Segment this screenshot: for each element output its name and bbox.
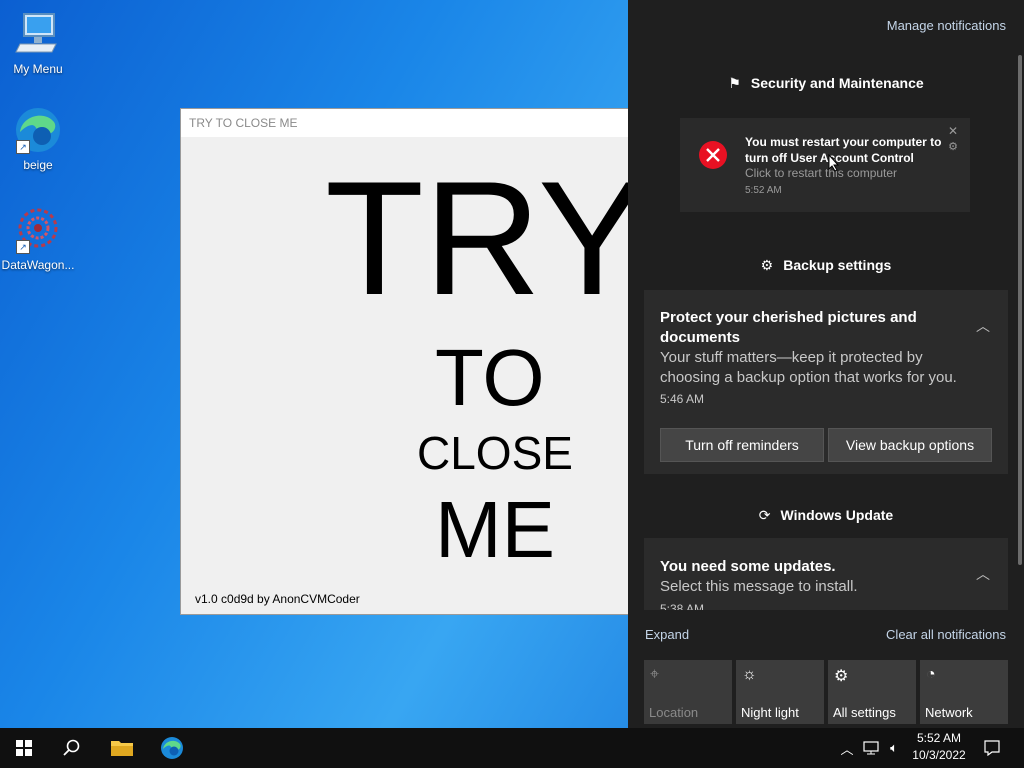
clear-all-notifications-link[interactable]: Clear all notifications bbox=[886, 627, 1006, 642]
group-header-security: ⚑ Security and Maintenance bbox=[628, 75, 1024, 92]
group-header-windows-update: ⟳ Windows Update bbox=[628, 507, 1024, 524]
desktop-icon-beige[interactable]: ↗ beige bbox=[0, 106, 76, 172]
group-title: Security and Maintenance bbox=[750, 75, 924, 91]
quick-action-label: Location bbox=[649, 705, 699, 720]
desktop-icon-label: beige bbox=[23, 158, 53, 172]
notification-time: 5:46 AM bbox=[660, 392, 705, 406]
notification-body: Select this message to install. bbox=[660, 578, 858, 595]
notification-backup[interactable]: Protect your cherished pictures and docu… bbox=[644, 290, 1008, 474]
network-icon: ◔ bbox=[926, 666, 936, 683]
close-icon[interactable]: ✕ bbox=[948, 124, 958, 138]
scrollbar[interactable] bbox=[1018, 55, 1022, 565]
try-to-close-me-window[interactable]: TRY TO CLOSE ME TRY TO CLOSE ME v1.0 c0d… bbox=[180, 108, 632, 615]
group-header-backup: ⚙ Backup settings bbox=[628, 257, 1024, 274]
quick-action-location[interactable]: ⌖ Location bbox=[644, 660, 732, 724]
notification-body: Your stuff matters—keep it protected by … bbox=[660, 349, 957, 386]
version-footer: v1.0 c0d9d by AnonCVMCoder bbox=[195, 592, 360, 606]
taskbar: ︿ 🔈︎ 5:52 AM 10/3/2022 bbox=[0, 728, 1024, 768]
edge-icon: ↗ bbox=[14, 106, 62, 154]
shortcut-arrow-icon: ↗ bbox=[16, 140, 30, 154]
quick-action-label: All settings bbox=[833, 705, 896, 720]
datawagon-icon: ↗ bbox=[14, 206, 62, 254]
show-hidden-icons-button[interactable]: ︿ bbox=[838, 728, 856, 768]
gear-icon: ⚙ bbox=[760, 257, 774, 273]
search-icon bbox=[63, 739, 80, 756]
quick-action-all-settings[interactable]: ⚙ All settings bbox=[828, 660, 916, 724]
big-text-try: TRY bbox=[325, 148, 632, 329]
quick-action-label: Night light bbox=[741, 705, 799, 720]
edge-icon bbox=[161, 737, 183, 759]
windows-update-icon: ⟳ bbox=[758, 507, 771, 523]
chevron-up-icon: ︿ bbox=[840, 741, 854, 757]
group-title: Windows Update bbox=[780, 507, 894, 523]
speaker-icon: 🔈︎ bbox=[890, 740, 898, 755]
manage-notifications-link[interactable]: Manage notifications bbox=[887, 18, 1006, 33]
chevron-up-icon[interactable]: ︿ bbox=[976, 316, 990, 336]
notification-title: Protect your cherished pictures and docu… bbox=[660, 309, 917, 346]
computer-icon bbox=[14, 10, 62, 58]
notification-time: 5:52 AM bbox=[745, 185, 782, 196]
mouse-cursor-icon bbox=[828, 154, 840, 172]
start-button[interactable] bbox=[0, 728, 48, 768]
big-text-close: CLOSE bbox=[417, 427, 573, 479]
window-title: TRY TO CLOSE ME bbox=[181, 109, 631, 137]
night-light-icon: ☼ bbox=[742, 666, 757, 683]
clock-time: 5:52 AM bbox=[916, 731, 962, 745]
shortcut-arrow-icon: ↗ bbox=[16, 240, 30, 254]
edge-taskbar-button[interactable] bbox=[148, 728, 196, 768]
quick-action-network[interactable]: ◔ Network bbox=[920, 660, 1008, 724]
chevron-up-icon[interactable]: ︿ bbox=[976, 564, 990, 584]
network-icon bbox=[863, 741, 879, 755]
turn-off-reminders-button[interactable]: Turn off reminders bbox=[660, 428, 824, 462]
quick-action-label: Network bbox=[925, 705, 973, 720]
desktop-icon-label: DataWagon... bbox=[1, 258, 75, 272]
taskbar-clock[interactable]: 5:52 AM 10/3/2022 bbox=[906, 730, 972, 764]
notification-security[interactable]: You must restart your computer to turn o… bbox=[680, 118, 970, 212]
group-title: Backup settings bbox=[783, 257, 892, 273]
settings-icon[interactable]: ⚙ bbox=[948, 140, 958, 153]
desktop-icon-datawagon[interactable]: ↗ DataWagon... bbox=[0, 206, 76, 272]
notification-title: You must restart your computer to turn o… bbox=[745, 135, 942, 165]
desktop-icon-my-menu[interactable]: My Menu bbox=[0, 10, 76, 76]
search-button[interactable] bbox=[48, 728, 96, 768]
notification-time: 5:38 AM bbox=[660, 602, 705, 610]
network-tray-icon[interactable] bbox=[860, 728, 882, 768]
quick-action-night-light[interactable]: ☼ Night light bbox=[736, 660, 824, 724]
big-text-me: ME bbox=[435, 485, 555, 574]
windows-logo-icon bbox=[16, 740, 32, 756]
notification-windows-update[interactable]: You need some updates. Select this messa… bbox=[644, 538, 1008, 610]
notification-icon bbox=[984, 740, 1000, 756]
desktop-icon-label: My Menu bbox=[13, 62, 63, 76]
error-icon bbox=[699, 141, 727, 169]
clock-date: 10/3/2022 bbox=[912, 748, 966, 762]
action-center-panel: Manage notifications ⚑ Security and Maint… bbox=[628, 0, 1024, 728]
notification-body: Click to restart this computer bbox=[745, 166, 898, 180]
notification-title: You need some updates. bbox=[660, 558, 836, 575]
view-backup-options-button[interactable]: View backup options bbox=[828, 428, 992, 462]
flag-icon: ⚑ bbox=[728, 75, 741, 91]
folder-icon bbox=[111, 741, 133, 756]
location-icon: ⌖ bbox=[650, 666, 660, 683]
volume-tray-icon[interactable]: 🔈︎ bbox=[884, 728, 904, 768]
gear-icon: ⚙ bbox=[834, 668, 849, 685]
expand-link[interactable]: Expand bbox=[645, 627, 689, 642]
action-center-button[interactable] bbox=[980, 728, 1004, 768]
file-explorer-button[interactable] bbox=[98, 728, 146, 768]
big-text-to: TO bbox=[435, 333, 545, 422]
